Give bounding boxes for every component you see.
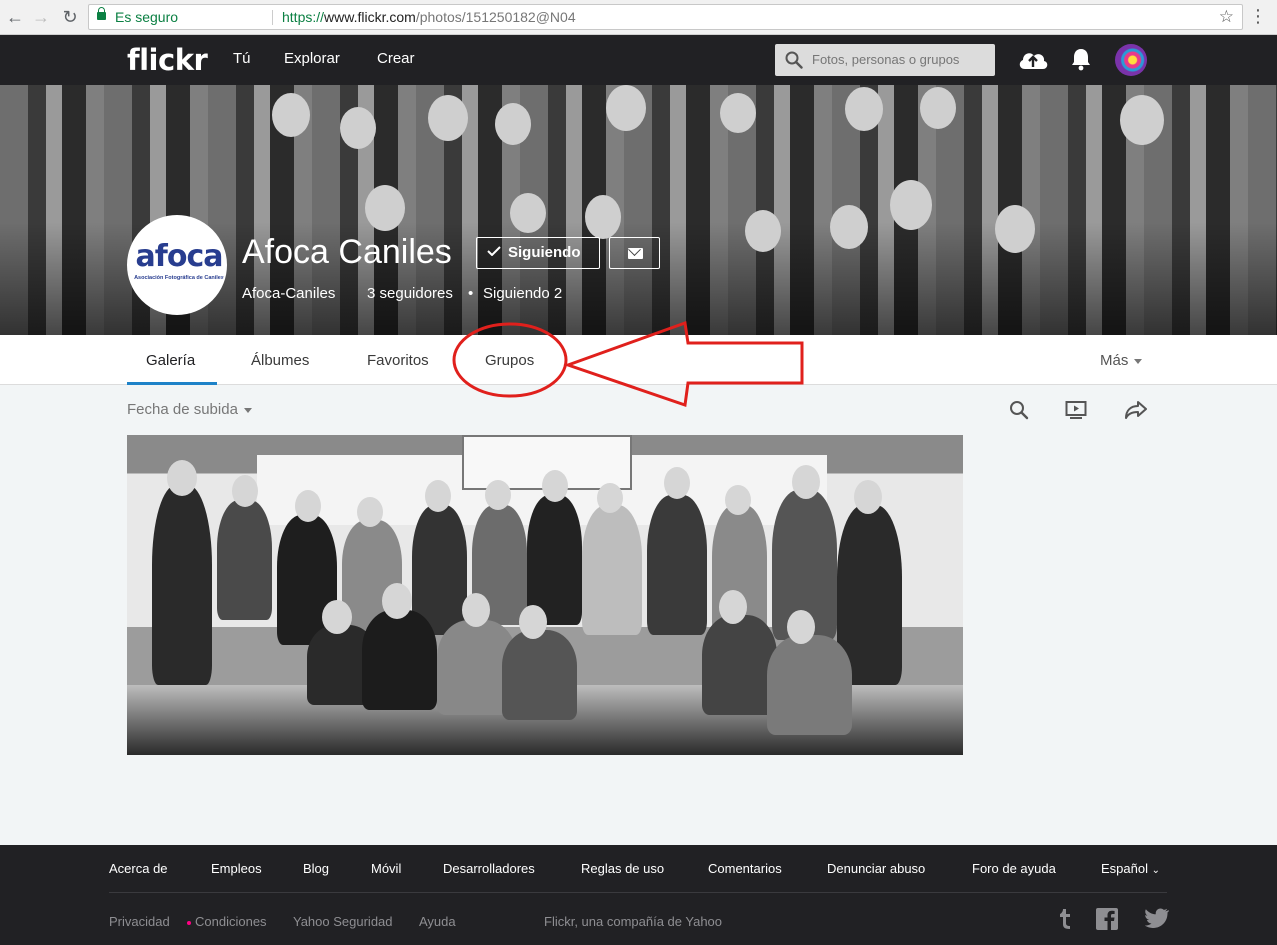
notification-bell-icon[interactable] xyxy=(1070,47,1092,71)
secure-label: Es seguro xyxy=(115,9,179,25)
more-menu-label: Más xyxy=(1100,352,1129,369)
profile-avatar-subtitle: Asociación Fotográfica de Caniles xyxy=(134,275,224,281)
language-selector[interactable]: Español ⌄ xyxy=(1101,861,1160,876)
footer-link-acerca[interactable]: Acerca de xyxy=(109,861,168,876)
annotation-arrow-shape xyxy=(563,320,804,408)
forward-icon[interactable]: → xyxy=(30,6,52,28)
footer-link-yahoo-seguridad[interactable]: Yahoo Seguridad xyxy=(293,914,393,929)
footer-link-desarrolladores[interactable]: Desarrolladores xyxy=(443,861,535,876)
share-icon[interactable] xyxy=(1124,400,1148,420)
footer-link-comentarios[interactable]: Comentarios xyxy=(708,861,782,876)
search-icon xyxy=(785,51,803,69)
footer-link-privacidad[interactable]: Privacidad xyxy=(109,914,170,929)
address-bar[interactable]: Es seguro https://www.flickr.com/photos/… xyxy=(88,4,1243,30)
url-host: www.flickr.com xyxy=(324,9,416,25)
nav-explorar[interactable]: Explorar xyxy=(284,50,340,67)
sort-label: Fecha de subida xyxy=(127,401,238,418)
nav-crear[interactable]: Crear xyxy=(377,50,415,67)
back-icon[interactable]: ← xyxy=(4,6,26,28)
upload-cloud-icon[interactable] xyxy=(1017,47,1049,71)
profile-avatar-logo: afoca xyxy=(135,239,224,274)
bookmark-star-icon[interactable]: ☆ xyxy=(1219,5,1234,29)
meta-dot: • xyxy=(468,285,474,302)
following-count[interactable]: Siguiendo 2 xyxy=(483,285,562,302)
footer-link-reglas[interactable]: Reglas de uso xyxy=(581,861,664,876)
site-footer: Acerca de Empleos Blog Móvil Desarrollad… xyxy=(0,845,1277,945)
annotation-arrow xyxy=(452,320,804,408)
slideshow-icon[interactable] xyxy=(1065,400,1087,420)
profile-name: Afoca Caniles xyxy=(242,233,452,271)
tumblr-icon[interactable] xyxy=(1058,908,1072,930)
site-header: flickr Tú Explorar Crear Fotos, personas… xyxy=(0,35,1277,85)
footer-company: Flickr, una compañía de Yahoo xyxy=(544,914,723,929)
mail-icon xyxy=(628,248,643,259)
footer-link-ayuda[interactable]: Ayuda xyxy=(419,914,456,929)
message-button[interactable] xyxy=(609,237,660,269)
footer-dot xyxy=(187,921,191,925)
footer-link-movil[interactable]: Móvil xyxy=(371,861,401,876)
checkmark-icon xyxy=(487,246,501,256)
footer-link-foro[interactable]: Foro de ayuda xyxy=(972,861,1056,876)
footer-link-blog[interactable]: Blog xyxy=(303,861,329,876)
search-photostream-icon[interactable] xyxy=(1009,400,1029,420)
sort-dropdown[interactable]: Fecha de subida xyxy=(127,401,252,418)
browser-menu-icon[interactable]: ⋮ xyxy=(1249,6,1267,27)
footer-divider xyxy=(109,892,1167,893)
tab-albumes[interactable]: Álbumes xyxy=(251,352,309,369)
annotation-circle xyxy=(452,322,568,398)
footer-link-empleos[interactable]: Empleos xyxy=(211,861,262,876)
chevron-down-icon xyxy=(243,407,252,413)
nav-tu[interactable]: Tú xyxy=(233,50,251,67)
search-input[interactable]: Fotos, personas o grupos xyxy=(775,44,995,76)
reload-icon[interactable]: ↻ xyxy=(59,6,81,28)
flickr-logo[interactable]: flickr xyxy=(127,43,208,77)
search-placeholder: Fotos, personas o grupos xyxy=(812,52,960,67)
followers-count[interactable]: 3 seguidores xyxy=(367,285,453,302)
browser-toolbar: ← → ↻ Es seguro https://www.flickr.com/p… xyxy=(0,0,1277,35)
footer-link-condiciones[interactable]: Condiciones xyxy=(195,914,267,929)
address-divider xyxy=(272,10,273,25)
active-tab-indicator xyxy=(127,382,217,385)
twitter-icon[interactable] xyxy=(1145,908,1169,928)
lock-icon xyxy=(97,7,106,20)
language-label: Español xyxy=(1101,861,1148,876)
photo-thumbnail[interactable] xyxy=(127,435,963,755)
facebook-icon[interactable] xyxy=(1096,908,1118,930)
chevron-down-icon: ⌄ xyxy=(1151,865,1160,876)
tab-galeria[interactable]: Galería xyxy=(146,352,195,369)
more-menu[interactable]: Más xyxy=(1100,352,1143,369)
tab-favoritos[interactable]: Favoritos xyxy=(367,352,429,369)
following-button[interactable]: Siguiendo xyxy=(476,237,600,269)
url-scheme: https:// xyxy=(282,9,325,25)
profile-username[interactable]: Afoca-Caniles xyxy=(242,285,335,302)
footer-link-denunciar[interactable]: Denunciar abuso xyxy=(827,861,925,876)
url-path: /photos/151250182@N04 xyxy=(415,9,576,25)
following-button-label: Siguiendo xyxy=(508,244,581,261)
profile-avatar[interactable]: afoca Asociación Fotográfica de Caniles xyxy=(127,215,227,315)
user-avatar[interactable] xyxy=(1115,44,1147,76)
chevron-down-icon xyxy=(1134,358,1143,364)
url-text[interactable]: https://www.flickr.com/photos/151250182@… xyxy=(282,5,576,29)
